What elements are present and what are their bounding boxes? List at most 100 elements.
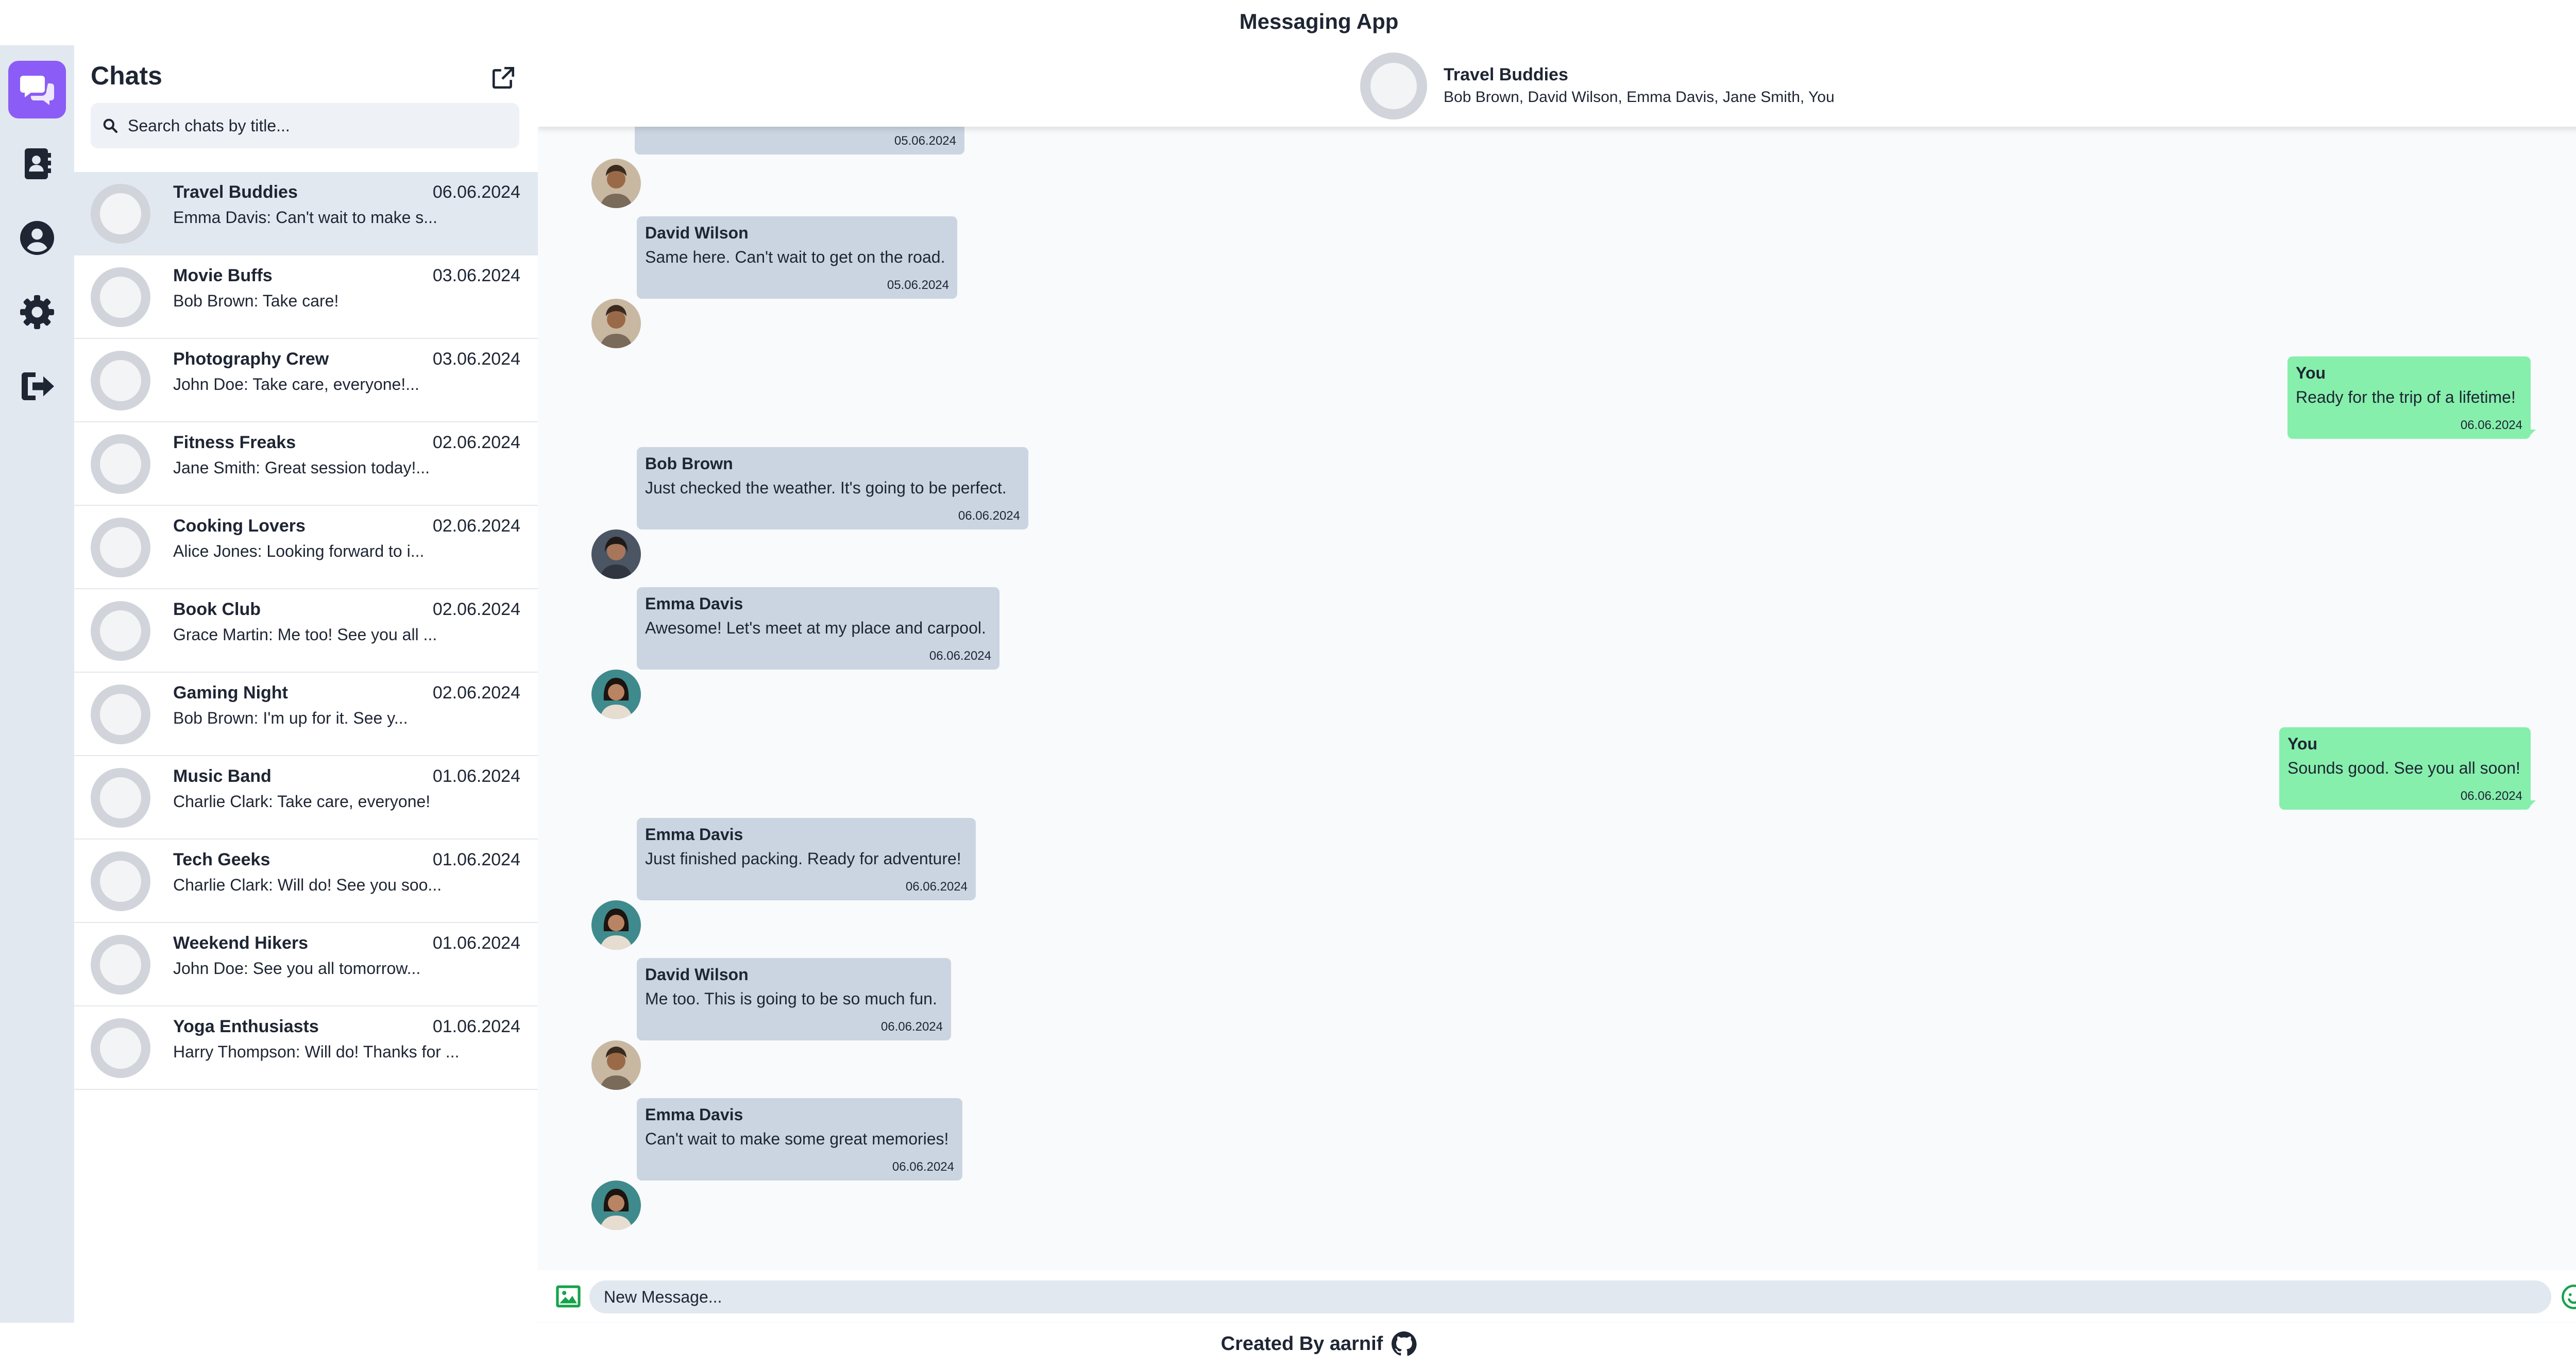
chats-sidebar: Chats Travel Buddies 06.06.2024 Emma Dav… xyxy=(74,45,538,1323)
chat-item[interactable]: Tech Geeks 01.06.2024 Charlie Clark: Wil… xyxy=(74,840,538,923)
chat-item[interactable]: Fitness Freaks 02.06.2024 Jane Smith: Gr… xyxy=(74,422,538,506)
message-time: 06.06.2024 xyxy=(880,1020,943,1034)
chat-date: 01.06.2024 xyxy=(432,850,520,869)
app-title: Messaging App xyxy=(1239,9,1399,33)
message-input[interactable] xyxy=(589,1280,2551,1313)
chat-preview: Harry Thompson: Will do! Thanks for ... xyxy=(173,1042,460,1061)
group-avatar xyxy=(1360,53,1427,119)
message-text: Same here. Can't wait to get on the road… xyxy=(645,248,945,266)
chat-name: Fitness Freaks xyxy=(173,433,296,452)
chat-header[interactable]: Travel Buddies Bob Brown, David Wilson, … xyxy=(538,45,2576,127)
message-text: Me too. This is going to be so much fun. xyxy=(645,989,937,1008)
search-icon xyxy=(103,118,118,133)
chat-date: 02.06.2024 xyxy=(432,433,520,452)
message-time: 06.06.2024 xyxy=(2460,418,2522,432)
chats-nav-button[interactable] xyxy=(8,61,66,118)
chat-list: Travel Buddies 06.06.2024 Emma Davis: Ca… xyxy=(74,172,538,1090)
image-upload-icon[interactable] xyxy=(554,1282,582,1310)
chat-item[interactable]: Gaming Night 02.06.2024 Bob Brown: I'm u… xyxy=(74,673,538,756)
chat-name: Cooking Lovers xyxy=(173,516,306,536)
message-sender: Emma Davis xyxy=(645,594,743,613)
chat-item[interactable]: Photography Crew 03.06.2024 John Doe: Ta… xyxy=(74,339,538,422)
message-sender: David Wilson xyxy=(645,224,749,242)
chats-icon xyxy=(20,76,54,105)
settings-nav-button[interactable] xyxy=(8,283,66,341)
chat-preview: Bob Brown: Take care! xyxy=(173,292,339,310)
chats-title: Chats xyxy=(91,61,162,90)
message-composer xyxy=(538,1270,2576,1322)
new-chat-icon[interactable] xyxy=(490,65,516,91)
chat-preview: John Doe: See you all tomorrow... xyxy=(173,959,421,978)
chat-preview: Bob Brown: I'm up for it. See y... xyxy=(173,709,408,727)
chat-item[interactable]: Book Club 02.06.2024 Grace Martin: Me to… xyxy=(74,589,538,673)
chat-avatar xyxy=(91,935,150,995)
logout-icon xyxy=(22,372,54,400)
search-input[interactable] xyxy=(127,115,500,136)
chat-panel: Travel Buddies Bob Brown, David Wilson, … xyxy=(538,45,2576,1323)
chat-avatar xyxy=(91,685,150,744)
chat-name: Movie Buffs xyxy=(173,266,273,285)
sender-avatar xyxy=(591,1040,641,1090)
chat-avatar xyxy=(91,184,150,244)
chat-date: 01.06.2024 xyxy=(432,766,520,786)
message-sender: Bob Brown xyxy=(645,454,733,473)
message-bubble: Emma Davis Just finished packing. Ready … xyxy=(637,818,976,900)
message-bubble: Bob Brown Just checked the weather. It's… xyxy=(637,447,1028,529)
message-sender: Emma Davis xyxy=(645,1105,743,1124)
chat-date: 01.06.2024 xyxy=(432,1017,520,1036)
chat-item[interactable]: Cooking Lovers 02.06.2024 Alice Jones: L… xyxy=(74,506,538,589)
chat-avatar xyxy=(91,267,150,327)
logout-nav-button[interactable] xyxy=(8,357,66,415)
chat-item[interactable]: Weekend Hikers 01.06.2024 John Doe: See … xyxy=(74,923,538,1006)
chat-name: Music Band xyxy=(173,766,272,786)
footer-text: Created By aarnif xyxy=(1221,1332,1383,1355)
chat-date: 02.06.2024 xyxy=(432,516,520,536)
message-time: 05.06.2024 xyxy=(894,134,956,148)
message-text: Can't wait to make some great memories! xyxy=(645,1130,949,1148)
sender-avatar xyxy=(591,159,641,208)
chat-date: 02.06.2024 xyxy=(432,600,520,619)
chat-preview: Grace Martin: Me too! See you all ... xyxy=(173,625,437,644)
chat-preview: Charlie Clark: Take care, everyone! xyxy=(173,792,431,811)
chat-preview: Emma Davis: Can't wait to make s... xyxy=(173,208,437,227)
settings-icon xyxy=(20,295,54,329)
message-bubble: Emma Davis Awesome! Let's meet at my pla… xyxy=(637,587,999,670)
chat-preview: Charlie Clark: Will do! See you soo... xyxy=(173,876,442,894)
github-icon[interactable] xyxy=(1391,1331,1417,1357)
chat-avatar xyxy=(91,601,150,661)
sender-avatar xyxy=(591,1181,641,1230)
message-sender: You xyxy=(2296,364,2326,382)
chat-avatar xyxy=(91,351,150,411)
message-sender: Emma Davis xyxy=(645,825,743,844)
message-time: 06.06.2024 xyxy=(958,509,1020,523)
message-bubble: David Wilson Me too. This is going to be… xyxy=(637,958,951,1040)
search-box xyxy=(91,103,519,148)
sender-avatar xyxy=(591,900,641,950)
chat-date: 06.06.2024 xyxy=(432,182,520,202)
sender-avatar xyxy=(591,670,641,719)
message-text: Ready for the trip of a lifetime! xyxy=(2296,388,2516,406)
footer: Created By aarnif xyxy=(0,1331,2576,1357)
sender-avatar xyxy=(591,529,641,579)
chat-name: Yoga Enthusiasts xyxy=(173,1017,319,1036)
message-sender: You xyxy=(2287,734,2318,753)
profile-nav-button[interactable] xyxy=(8,209,66,267)
chat-preview: Jane Smith: Great session today!... xyxy=(173,458,430,477)
chat-item[interactable]: Yoga Enthusiasts 01.06.2024 Harry Thomps… xyxy=(74,1006,538,1090)
contacts-nav-button[interactable] xyxy=(8,135,66,193)
chat-name: Photography Crew xyxy=(173,349,329,369)
message-time: 06.06.2024 xyxy=(905,880,968,894)
chat-avatar xyxy=(91,434,150,494)
message-time: 06.06.2024 xyxy=(2460,789,2522,803)
chat-item[interactable]: Music Band 01.06.2024 Charlie Clark: Tak… xyxy=(74,756,538,840)
message-sender: David Wilson xyxy=(645,965,749,984)
message-bubble-outgoing: You Ready for the trip of a lifetime! 06… xyxy=(2287,356,2531,439)
message-bubble: Emma Davis Can't wait to make some great… xyxy=(637,1098,962,1181)
sender-avatar xyxy=(591,299,641,348)
message-time: 05.06.2024 xyxy=(887,278,949,292)
chat-item[interactable]: Travel Buddies 06.06.2024 Emma Davis: Ca… xyxy=(74,172,538,255)
chat-item[interactable]: Movie Buffs 03.06.2024 Bob Brown: Take c… xyxy=(74,255,538,339)
emoji-icon[interactable] xyxy=(2561,1284,2576,1310)
nav-rail xyxy=(0,45,74,1323)
chat-preview: Alice Jones: Looking forward to i... xyxy=(173,542,425,560)
